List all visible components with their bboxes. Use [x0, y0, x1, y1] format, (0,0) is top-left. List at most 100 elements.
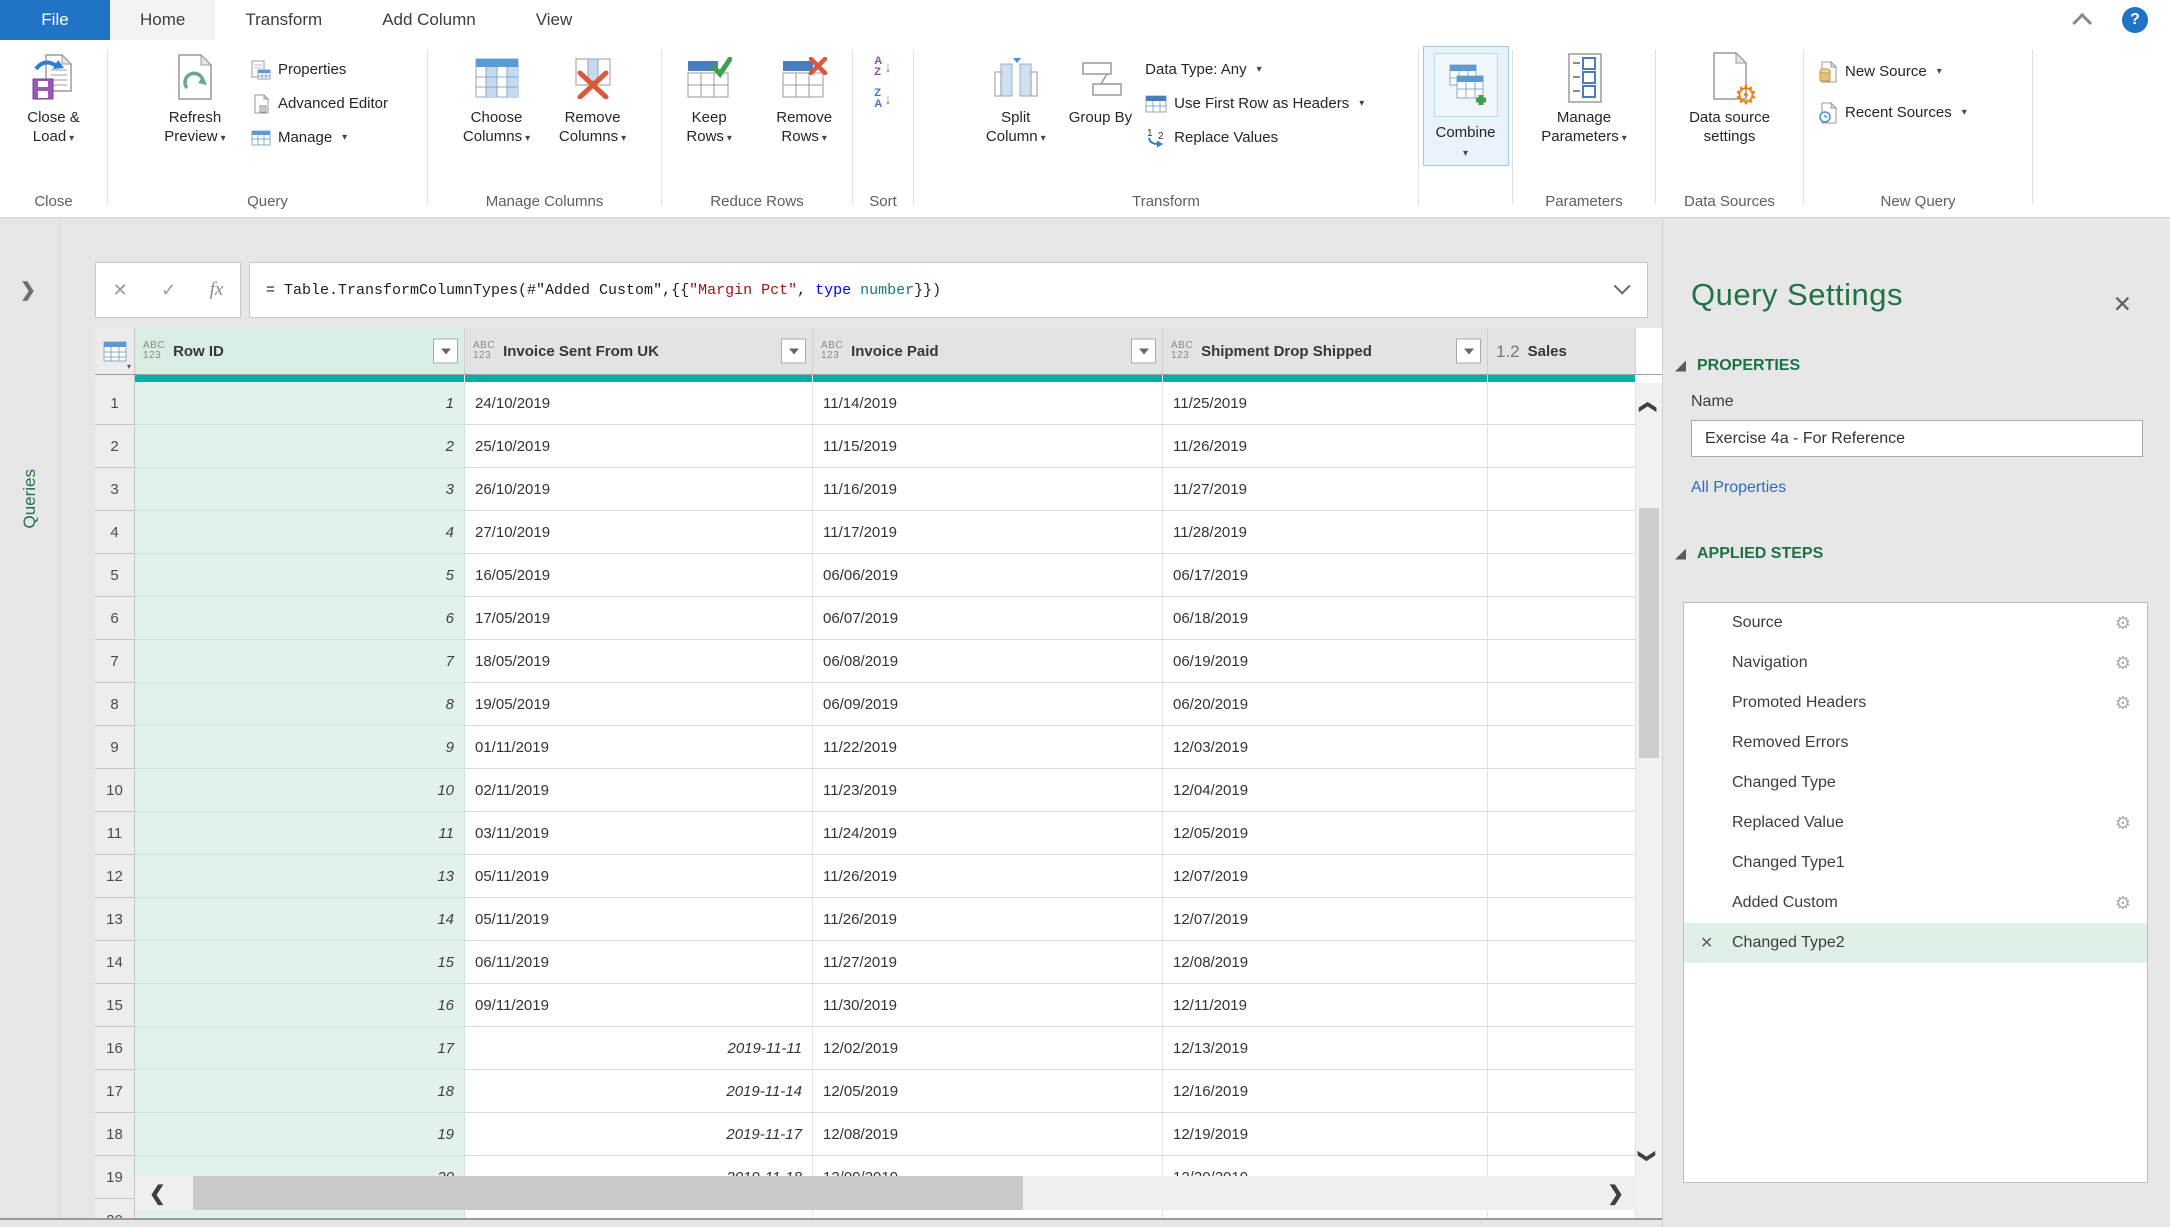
column-header-sales[interactable]: 1.2 Sales [1488, 328, 1636, 374]
grid-cell[interactable] [1488, 984, 1636, 1027]
grid-cell[interactable]: 2019-11-17 [465, 1113, 813, 1156]
grid-cell[interactable]: 27/10/2019 [465, 511, 813, 554]
grid-cell[interactable] [1488, 382, 1636, 425]
group-by-button[interactable]: Group By [1064, 44, 1137, 131]
grid-cell[interactable] [1488, 898, 1636, 941]
grid-cell[interactable]: 12/16/2019 [1163, 1070, 1488, 1113]
grid-cell[interactable]: 09/11/2019 [465, 984, 813, 1027]
grid-cell[interactable]: 11/16/2019 [813, 468, 1163, 511]
grid-cell[interactable] [1488, 769, 1636, 812]
grid-cell[interactable]: 11 [135, 812, 465, 855]
row-number[interactable]: 2 [95, 425, 135, 468]
grid-cell[interactable]: 06/08/2019 [813, 640, 1163, 683]
manage-parameters-button[interactable]: Manage Parameters ▾ [1536, 44, 1632, 152]
grid-cell[interactable]: 06/07/2019 [813, 597, 1163, 640]
grid-cell[interactable]: 11/27/2019 [813, 941, 1163, 984]
grid-cell[interactable] [1488, 726, 1636, 769]
grid-cell[interactable]: 05/11/2019 [465, 855, 813, 898]
grid-cell[interactable]: 16/05/2019 [465, 554, 813, 597]
split-column-button[interactable]: Split Column ▾ [968, 44, 1064, 152]
formula-cancel-icon[interactable]: ✕ [113, 280, 128, 301]
applied-step-changed-type1[interactable]: Changed Type1 [1684, 843, 2147, 883]
column-header-invoice-sent-from-uk[interactable]: ABC 123 Invoice Sent From UK [465, 328, 813, 374]
grid-cell[interactable]: 03/11/2019 [465, 812, 813, 855]
row-number[interactable]: 4 [95, 511, 135, 554]
grid-cell[interactable] [1488, 1027, 1636, 1070]
row-number[interactable]: 13 [95, 898, 135, 941]
tab-home[interactable]: Home [110, 0, 216, 40]
refresh-preview-button[interactable]: Refresh Preview ▾ [147, 44, 243, 152]
grid-cell[interactable]: 11/30/2019 [813, 984, 1163, 1027]
scroll-right-icon[interactable]: ❯ [1607, 1181, 1624, 1206]
grid-cell[interactable]: 3 [135, 468, 465, 511]
properties-section-header[interactable]: PROPERTIES [1675, 357, 2170, 375]
grid-cell[interactable]: 12/03/2019 [1163, 726, 1488, 769]
grid-cell[interactable]: 11/23/2019 [813, 769, 1163, 812]
grid-cell[interactable]: 25/10/2019 [465, 425, 813, 468]
row-number[interactable]: 8 [95, 683, 135, 726]
grid-cell[interactable]: 12/02/2019 [813, 1027, 1163, 1070]
grid-cell[interactable]: 02/11/2019 [465, 769, 813, 812]
close-panel-icon[interactable]: ✕ [2113, 291, 2132, 318]
grid-cell[interactable]: 18 [135, 1070, 465, 1113]
replace-values-button[interactable]: 1 2 Replace Values [1145, 124, 1364, 151]
row-number[interactable]: 5 [95, 554, 135, 597]
column-header-invoice-paid[interactable]: ABC 123 Invoice Paid [813, 328, 1163, 374]
scroll-down-icon[interactable]: ❯ [1637, 1149, 1657, 1163]
grid-cell[interactable]: 11/15/2019 [813, 425, 1163, 468]
tab-transform[interactable]: Transform [215, 0, 352, 40]
grid-cell[interactable] [1488, 683, 1636, 726]
grid-cell[interactable]: 06/17/2019 [1163, 554, 1488, 597]
column-header-shipment-drop-shipped[interactable]: ABC 123 Shipment Drop Shipped [1163, 328, 1488, 374]
grid-cell[interactable]: 17/05/2019 [465, 597, 813, 640]
grid-cell[interactable]: 18/05/2019 [465, 640, 813, 683]
grid-cell[interactable] [1488, 425, 1636, 468]
help-button[interactable]: ? [2122, 7, 2148, 33]
grid-cell[interactable] [1488, 1113, 1636, 1156]
grid-cell[interactable]: 8 [135, 683, 465, 726]
grid-cell[interactable]: 2 [135, 425, 465, 468]
grid-cell[interactable]: 06/20/2019 [1163, 683, 1488, 726]
row-number[interactable]: 9 [95, 726, 135, 769]
choose-columns-button[interactable]: Choose Columns ▾ [449, 44, 545, 152]
formula-input[interactable]: = Table.TransformColumnTypes(#"Added Cus… [249, 262, 1648, 318]
grid-cell[interactable] [1488, 554, 1636, 597]
row-number[interactable]: 3 [95, 468, 135, 511]
grid-cell[interactable]: 11/17/2019 [813, 511, 1163, 554]
grid-cell[interactable]: 11/27/2019 [1163, 468, 1488, 511]
grid-cell[interactable]: 2019-11-11 [465, 1027, 813, 1070]
grid-cell[interactable]: 24/10/2019 [465, 382, 813, 425]
vertical-scroll-thumb[interactable] [1639, 508, 1659, 758]
grid-cell[interactable]: 1 [135, 382, 465, 425]
grid-cell[interactable]: 11/26/2019 [1163, 425, 1488, 468]
formula-expand-chevron-icon[interactable] [1613, 277, 1631, 295]
sort-ascending-button[interactable]: AZ ↓ [874, 56, 891, 78]
delete-step-icon[interactable]: ✕ [1700, 933, 1713, 953]
grid-cell[interactable] [1488, 855, 1636, 898]
remove-rows-button[interactable]: Remove Rows ▾ [756, 44, 852, 152]
grid-cell[interactable] [1488, 1070, 1636, 1113]
data-source-settings-button[interactable]: ⚙ Data source settings [1682, 44, 1778, 150]
fx-icon[interactable]: fx [210, 279, 224, 301]
grid-cell[interactable]: 5 [135, 554, 465, 597]
grid-cell[interactable]: 13 [135, 855, 465, 898]
grid-cell[interactable]: 12/07/2019 [1163, 898, 1488, 941]
grid-cell[interactable]: 15 [135, 941, 465, 984]
grid-cell[interactable]: 12/08/2019 [813, 1113, 1163, 1156]
new-source-button[interactable]: New Source ▾ [1818, 58, 1967, 85]
filter-button[interactable] [1131, 338, 1156, 364]
properties-button[interactable]: Properties [251, 56, 388, 83]
row-number[interactable]: 10 [95, 769, 135, 812]
tab-file[interactable]: File [0, 0, 110, 40]
grid-cell[interactable]: 11/22/2019 [813, 726, 1163, 769]
grid-cell[interactable]: 10 [135, 769, 465, 812]
applied-step-promoted-headers[interactable]: Promoted Headers ⚙ [1684, 683, 2147, 723]
grid-cell[interactable]: 06/18/2019 [1163, 597, 1488, 640]
applied-step-added-custom[interactable]: Added Custom ⚙ [1684, 883, 2147, 923]
step-settings-gear-icon[interactable]: ⚙ [2115, 613, 2131, 634]
use-first-row-as-headers-button[interactable]: Use First Row as Headers ▾ [1145, 90, 1364, 117]
grid-cell[interactable]: 16 [135, 984, 465, 1027]
row-number[interactable]: 20 [95, 1199, 135, 1218]
grid-cell[interactable]: 11/28/2019 [1163, 511, 1488, 554]
grid-cell[interactable] [1488, 597, 1636, 640]
